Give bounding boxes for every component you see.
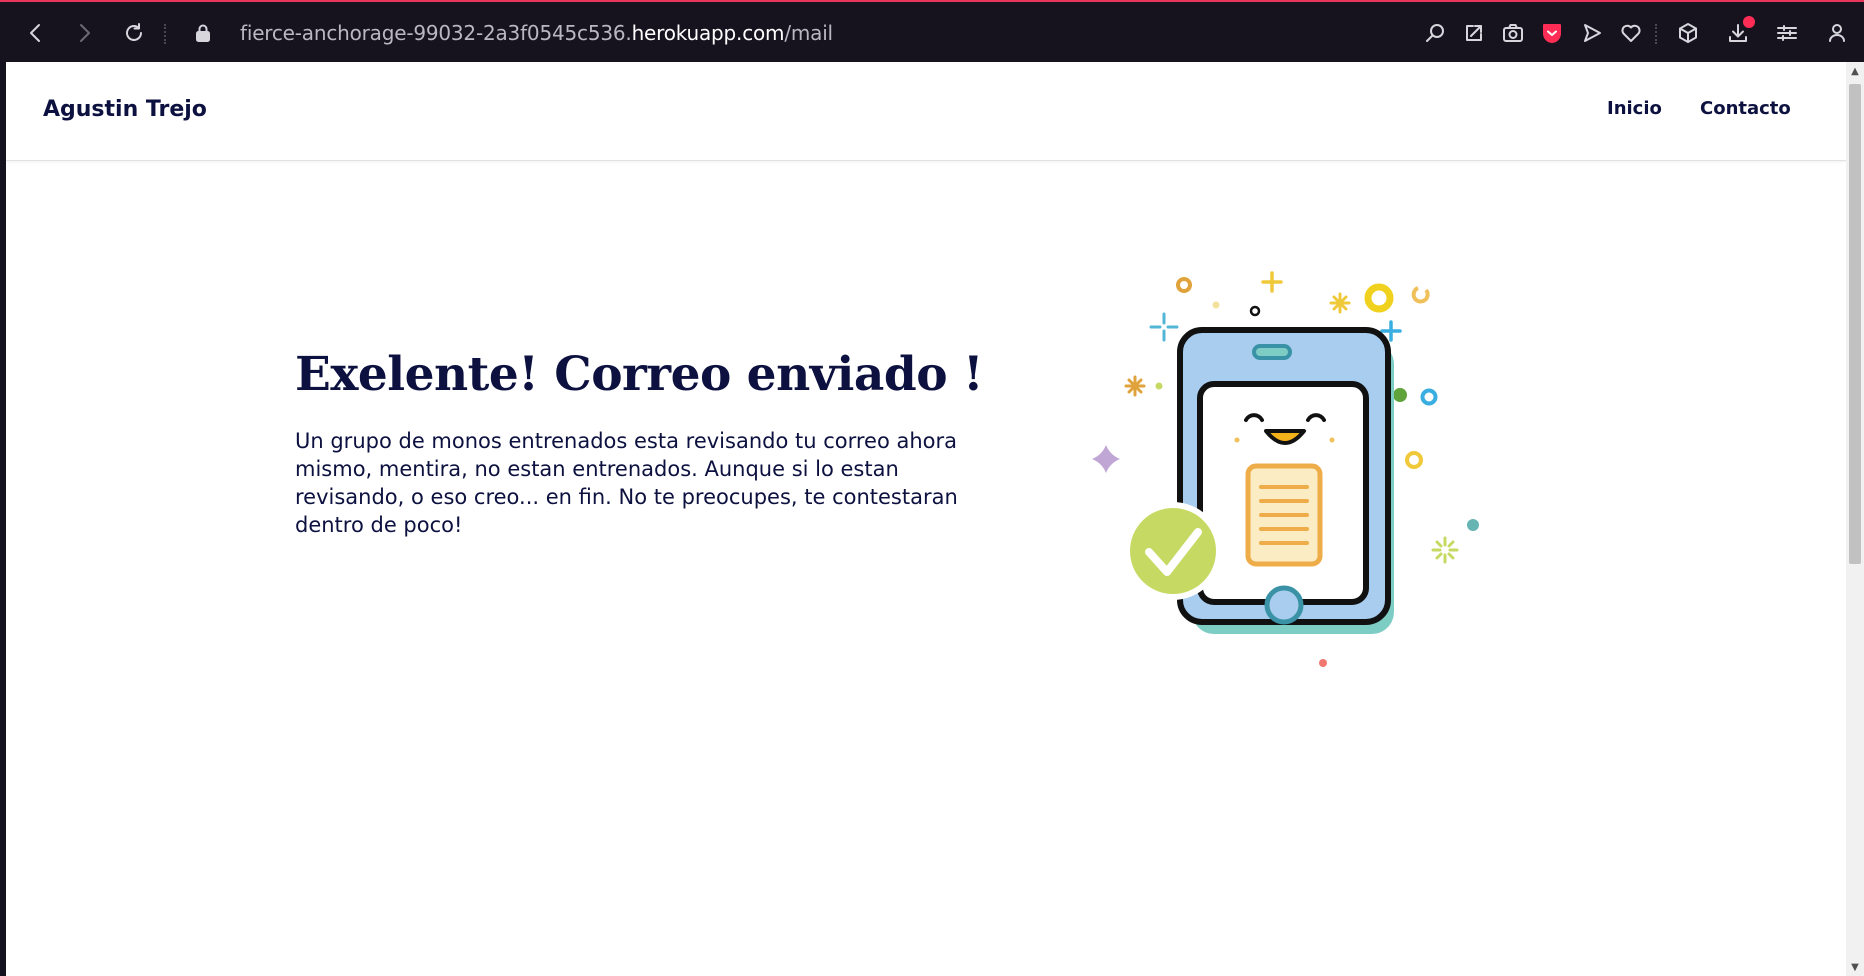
- reload-icon[interactable]: [117, 16, 151, 50]
- send-icon[interactable]: [1575, 16, 1609, 50]
- url-host: herokuapp.com: [631, 21, 785, 45]
- phone-graphic: [1124, 327, 1394, 634]
- share-icon[interactable]: [1457, 16, 1491, 50]
- profile-icon[interactable]: [1820, 16, 1854, 50]
- url-path: /mail: [784, 21, 833, 45]
- heart-icon[interactable]: [1614, 16, 1648, 50]
- nav-link-inicio[interactable]: Inicio: [1607, 98, 1662, 119]
- confirmation-message: Un grupo de monos entrenados esta revisa…: [295, 429, 958, 537]
- cube-icon[interactable]: [1671, 16, 1705, 50]
- phone-mail-sent-illustration: [1092, 271, 1479, 667]
- site-brand[interactable]: Agustin Trejo: [43, 97, 207, 122]
- scroll-thumb[interactable]: [1849, 84, 1861, 564]
- page-title: Exelente! Correo enviado !: [295, 347, 984, 402]
- toolbar-separator: [164, 24, 168, 44]
- browser-toolbar: fierce-anchorage-99032-2a3f0545c536.hero…: [0, 0, 1864, 62]
- scroll-down-icon[interactable]: ▼: [1846, 958, 1864, 976]
- download-badge: [1743, 16, 1755, 28]
- back-icon[interactable]: [19, 16, 53, 50]
- zoom-icon[interactable]: [1418, 16, 1452, 50]
- page-viewport: Agustin Trejo Inicio Contacto Exelente! …: [6, 62, 1846, 976]
- shield-icon[interactable]: [1535, 16, 1569, 50]
- address-bar[interactable]: fierce-anchorage-99032-2a3f0545c536.hero…: [240, 21, 833, 47]
- page-scrollbar[interactable]: ▲ ▼: [1846, 62, 1864, 976]
- settings-icon[interactable]: [1770, 16, 1804, 50]
- forward-icon[interactable]: [67, 16, 101, 50]
- url-prefix: fierce-anchorage-99032-2a3f0545c536.: [240, 21, 632, 45]
- toolbar-separator: [1655, 24, 1659, 44]
- site-navbar: Agustin Trejo Inicio Contacto: [6, 62, 1846, 161]
- nav-link-contacto[interactable]: Contacto: [1700, 98, 1791, 119]
- camera-icon[interactable]: [1496, 16, 1530, 50]
- lock-icon[interactable]: [186, 16, 220, 50]
- scroll-up-icon[interactable]: ▲: [1846, 62, 1864, 80]
